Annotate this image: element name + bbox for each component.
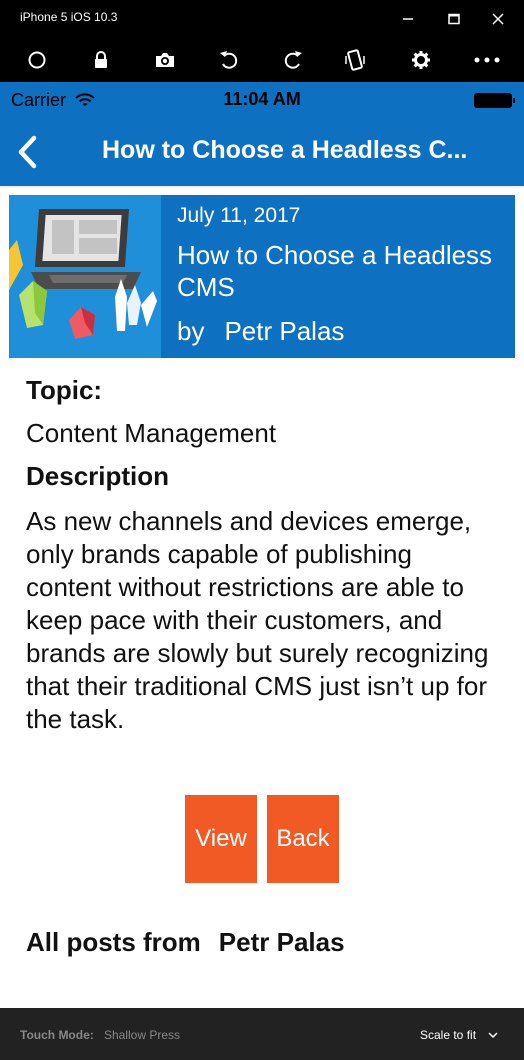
- post-teaser-image: [9, 195, 161, 358]
- all-posts-author: Petr Palas: [218, 927, 345, 957]
- close-icon: [492, 13, 504, 25]
- home-button[interactable]: [17, 46, 57, 74]
- simulator-bottom-bar: Touch Mode: Shallow Press Scale to fit: [0, 1008, 524, 1060]
- topic-value: Content Management: [26, 418, 277, 448]
- shake-icon: [345, 49, 365, 71]
- touch-mode-value[interactable]: Shallow Press: [104, 1028, 180, 1042]
- close-button[interactable]: [475, 6, 521, 32]
- description-label: Description: [26, 461, 170, 491]
- chevron-left-icon: [18, 135, 37, 169]
- all-posts-prefix: All posts from: [26, 927, 201, 957]
- navbar-divider: [0, 186, 524, 188]
- rotate-right-icon: [284, 51, 302, 69]
- status-bar: Carrier 11:04 AM: [0, 82, 524, 118]
- rotate-right-button[interactable]: [273, 46, 313, 74]
- lock-icon: [95, 51, 107, 68]
- back-button[interactable]: Back: [267, 795, 339, 883]
- all-posts-link[interactable]: All posts from Petr Palas: [26, 927, 345, 958]
- status-time: 11:04 AM: [223, 89, 301, 109]
- page-title: How to Choose a Headless C...: [102, 136, 468, 164]
- screenshot-button[interactable]: [145, 46, 185, 74]
- chevron-down-icon[interactable]: [488, 1032, 498, 1040]
- settings-button[interactable]: [401, 46, 441, 74]
- rotate-left-icon: [220, 51, 238, 69]
- by-label: by: [177, 316, 205, 346]
- post-header-card: July 11, 2017 How to Choose a Headless C…: [9, 195, 515, 358]
- scale-dropdown[interactable]: Scale to fit: [420, 1028, 476, 1042]
- more-button[interactable]: [467, 46, 507, 74]
- window-title: iPhone 5 iOS 10.3: [20, 10, 118, 24]
- camera-icon: [156, 53, 174, 67]
- nav-back-button[interactable]: [12, 134, 42, 170]
- topic-label: Topic:: [26, 375, 103, 405]
- maximize-icon: [448, 13, 460, 25]
- post-author-name: Petr Palas: [224, 316, 345, 346]
- simulator-toolbar: [0, 38, 524, 82]
- gear-icon: [412, 51, 430, 69]
- post-date: July 11, 2017: [177, 204, 301, 227]
- shake-button[interactable]: [335, 46, 375, 74]
- battery-icon: [474, 93, 515, 108]
- home-icon: [28, 51, 46, 69]
- phone-screen: Carrier 11:04 AM How to Choose a Headles…: [0, 82, 524, 1008]
- lock-button[interactable]: [81, 46, 121, 74]
- post-title: How to Choose a Headless CMS: [177, 240, 493, 302]
- post-author-line: by Petr Palas: [177, 316, 344, 347]
- navigation-bar: How to Choose a Headless C...: [0, 118, 524, 186]
- maximize-button[interactable]: [431, 6, 477, 32]
- more-icon: [474, 57, 500, 63]
- window-titlebar: iPhone 5 iOS 10.3: [0, 0, 524, 38]
- touch-mode-label: Touch Mode:: [20, 1028, 94, 1042]
- laptop-illustration: [9, 195, 161, 358]
- minimize-icon: [403, 18, 413, 20]
- view-button[interactable]: View: [185, 795, 257, 883]
- minimize-button[interactable]: [385, 6, 431, 32]
- description-text: As new channels and devices emerge, only…: [26, 506, 489, 734]
- rotate-left-button[interactable]: [209, 46, 249, 74]
